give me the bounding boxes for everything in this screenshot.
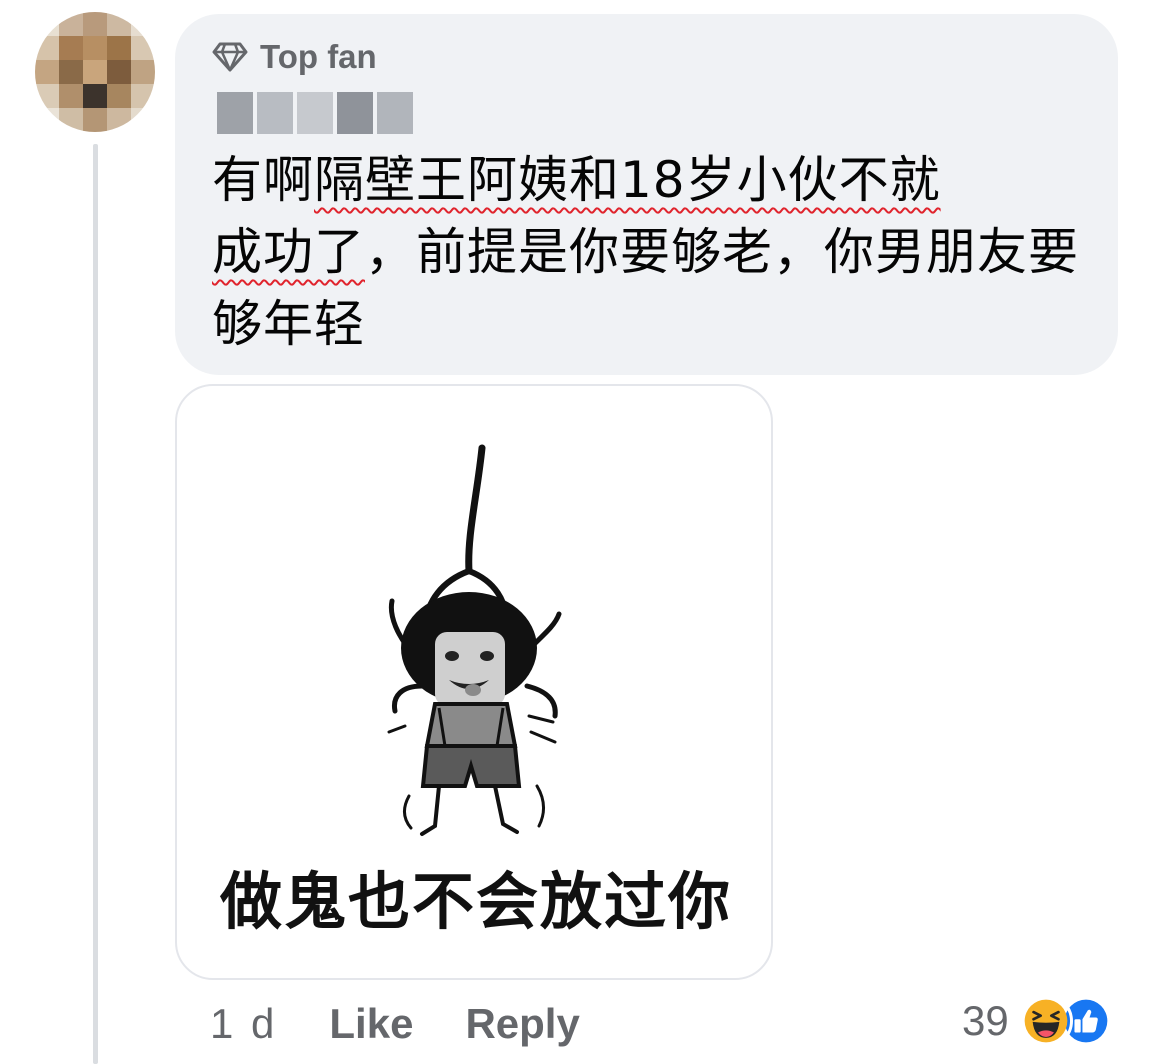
author-name[interactable] — [217, 92, 413, 134]
reactions-summary[interactable]: 39 — [962, 994, 1113, 1048]
like-button[interactable]: Like — [329, 1000, 413, 1048]
comment-bubble: Top fan 有啊隔壁王阿姨和18岁小伙不就 成功了，前提是你要够老，你男朋友要… — [175, 14, 1118, 375]
top-fan-badge: Top fan — [212, 38, 377, 76]
spellcheck-flagged-text: 成功了 — [212, 223, 365, 281]
comment-text: 有啊隔壁王阿姨和18岁小伙不就 成功了，前提是你要够老，你男朋友要够年轻 — [212, 144, 1092, 360]
diamond-icon — [212, 42, 248, 72]
haha-icon — [1018, 994, 1073, 1048]
top-fan-label: Top fan — [260, 38, 377, 75]
comment-actions: 1 d Like Reply — [210, 1000, 632, 1048]
sticker-image[interactable]: 做鬼也不会放过你 — [175, 384, 773, 980]
avatar[interactable] — [35, 12, 155, 132]
thread-line — [93, 144, 98, 1064]
comment-thread: Top fan 有啊隔壁王阿姨和18岁小伙不就 成功了，前提是你要够老，你男朋友要… — [0, 0, 1170, 1064]
reaction-count: 39 — [962, 997, 1009, 1044]
sticker-caption: 做鬼也不会放过你 — [219, 865, 732, 938]
spellcheck-flagged-text: 隔壁王阿姨和18岁小伙不就 — [314, 151, 941, 209]
reply-button[interactable]: Reply — [465, 1000, 579, 1048]
comment-text-part: 有啊 — [212, 151, 314, 209]
timestamp[interactable]: 1 d — [210, 1000, 277, 1048]
